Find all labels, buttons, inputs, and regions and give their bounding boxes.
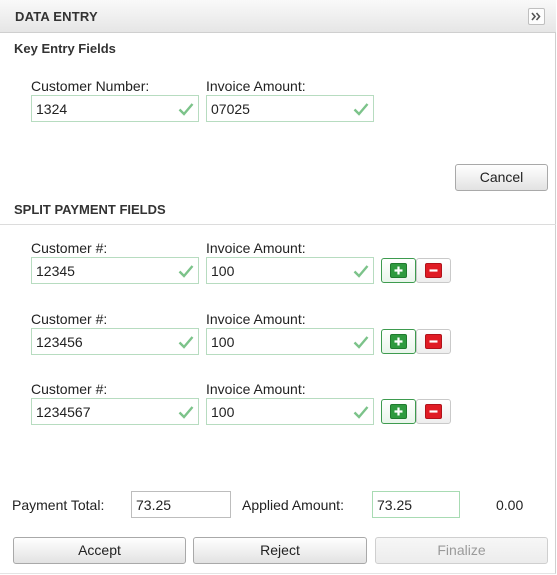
customer-number-input[interactable] bbox=[32, 96, 198, 121]
split-payment-section-title: SPLIT PAYMENT FIELDS bbox=[14, 202, 166, 217]
invoice-amount-label: Invoice Amount: bbox=[206, 311, 306, 327]
panel-header: DATA ENTRY bbox=[0, 0, 556, 33]
section-divider bbox=[0, 224, 556, 225]
customer-input[interactable] bbox=[32, 258, 198, 283]
check-icon bbox=[353, 406, 369, 419]
minus-icon bbox=[425, 404, 442, 419]
finalize-button[interactable]: Finalize bbox=[375, 537, 548, 564]
invoice-amount-field[interactable] bbox=[206, 398, 374, 425]
check-icon bbox=[178, 265, 194, 278]
add-row-button[interactable] bbox=[381, 329, 416, 354]
payment-total-field[interactable] bbox=[131, 491, 231, 518]
invoice-amount-field[interactable] bbox=[206, 328, 374, 355]
check-icon bbox=[178, 336, 194, 349]
customer-field[interactable] bbox=[31, 328, 199, 355]
invoice-amount-input[interactable] bbox=[207, 96, 373, 121]
plus-icon bbox=[390, 404, 407, 419]
double-chevron-right-icon bbox=[531, 12, 541, 21]
invoice-amount-label: Invoice Amount: bbox=[206, 78, 306, 94]
collapse-panel-button[interactable] bbox=[528, 8, 545, 25]
customer-field[interactable] bbox=[31, 257, 199, 284]
invoice-amount-label: Invoice Amount: bbox=[206, 381, 306, 397]
plus-icon bbox=[390, 263, 407, 278]
panel-title: DATA ENTRY bbox=[15, 9, 98, 24]
data-entry-panel: DATA ENTRY Key Entry Fields Customer Num… bbox=[0, 0, 556, 574]
applied-amount-label: Applied Amount: bbox=[242, 497, 344, 513]
plus-icon bbox=[390, 334, 407, 349]
applied-amount-value: 0.00 bbox=[496, 497, 524, 513]
minus-icon bbox=[425, 263, 442, 278]
key-entry-section-title: Key Entry Fields bbox=[14, 41, 116, 56]
minus-icon bbox=[425, 334, 442, 349]
cancel-button[interactable]: Cancel bbox=[455, 164, 548, 191]
applied-amount-input[interactable] bbox=[373, 492, 459, 517]
customer-input[interactable] bbox=[32, 329, 198, 354]
check-icon bbox=[353, 336, 369, 349]
check-icon bbox=[353, 103, 369, 116]
add-row-button[interactable] bbox=[381, 258, 416, 283]
customer-number-field[interactable] bbox=[31, 95, 199, 122]
payment-total-input[interactable] bbox=[132, 492, 230, 517]
payment-total-label: Payment Total: bbox=[12, 497, 105, 513]
check-icon bbox=[178, 103, 194, 116]
customer-number-label: Customer Number: bbox=[31, 78, 150, 94]
invoice-amount-input[interactable] bbox=[207, 258, 373, 283]
reject-button[interactable]: Reject bbox=[193, 537, 367, 564]
customer-field[interactable] bbox=[31, 398, 199, 425]
customer-label: Customer #: bbox=[31, 311, 108, 327]
remove-row-button[interactable] bbox=[416, 258, 451, 283]
customer-label: Customer #: bbox=[31, 381, 108, 397]
customer-label: Customer #: bbox=[31, 240, 108, 256]
check-icon bbox=[178, 406, 194, 419]
remove-row-button[interactable] bbox=[416, 399, 451, 424]
invoice-amount-field[interactable] bbox=[206, 95, 374, 122]
add-row-button[interactable] bbox=[381, 399, 416, 424]
invoice-amount-label: Invoice Amount: bbox=[206, 240, 306, 256]
invoice-amount-input[interactable] bbox=[207, 329, 373, 354]
remove-row-button[interactable] bbox=[416, 329, 451, 354]
invoice-amount-input[interactable] bbox=[207, 399, 373, 424]
accept-button[interactable]: Accept bbox=[13, 537, 186, 564]
invoice-amount-field[interactable] bbox=[206, 257, 374, 284]
customer-input[interactable] bbox=[32, 399, 198, 424]
applied-amount-field[interactable] bbox=[372, 491, 460, 518]
check-icon bbox=[353, 265, 369, 278]
